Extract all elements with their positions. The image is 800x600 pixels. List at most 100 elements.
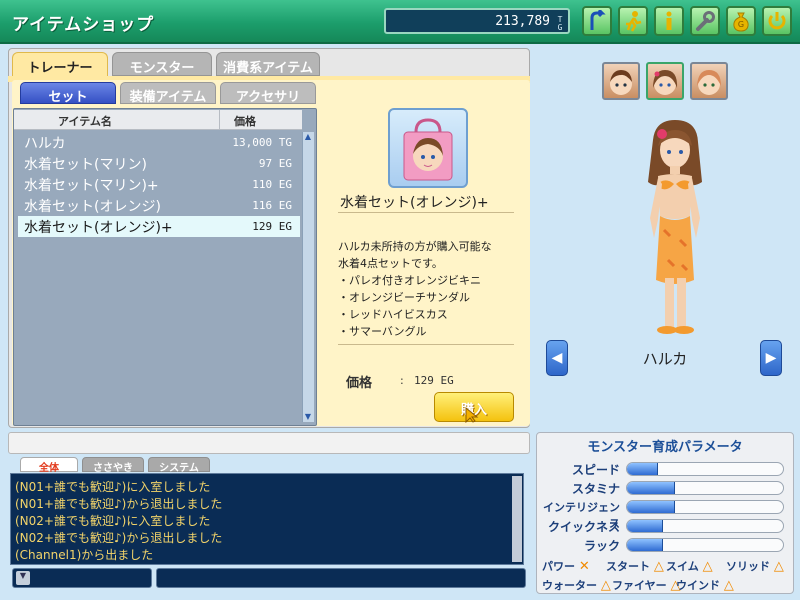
run-button[interactable] [618, 6, 648, 36]
power-icon [768, 12, 786, 30]
stat-bar-fill [627, 463, 659, 475]
triangle-icon: △ [702, 559, 713, 574]
attribute-solid: ソリッド △ [726, 558, 784, 574]
item-row-name: 水着セット(オレンジ)+ [24, 220, 173, 236]
chat-tab-system[interactable]: システム [148, 457, 210, 474]
attribute-label: スタート [606, 560, 650, 573]
stat-label: スピード [571, 463, 620, 477]
description-line: ・オレンジビーチサンダル [338, 291, 470, 304]
description-line: ・パレオ付きオレンジビキニ [338, 274, 481, 287]
item-row-price: 13,000 TG [232, 136, 292, 149]
chevron-down-icon[interactable]: ▼ [16, 571, 30, 585]
attribute-label: スイム [666, 560, 699, 573]
stat-label: ラック [583, 539, 620, 553]
description-line: ・レッドハイビスカス [338, 308, 448, 321]
column-divider [219, 110, 220, 130]
item-row-selected[interactable]: 水着セット(オレンジ)+ 129 EG [18, 216, 300, 237]
chat-message: (Channel1)から出ました [15, 548, 154, 562]
attribute-label: ウインド [676, 579, 720, 592]
back-button[interactable] [582, 6, 612, 36]
chat-input[interactable] [156, 568, 526, 588]
scroll-up-icon[interactable]: ▲ [302, 132, 314, 142]
attribute-label: ウォーター [542, 579, 597, 592]
stat-bar-fill [627, 539, 663, 551]
chat-message: (N01+誰でも歓迎♪)から退出しました [15, 497, 223, 511]
subtab-set[interactable]: セット [20, 82, 116, 105]
item-row-price: 110 EG [252, 178, 292, 191]
params-title: モンスター育成パラメータ [587, 440, 743, 455]
item-row-name: ハルカ [24, 136, 66, 152]
info-icon [666, 11, 672, 30]
tab-trainer[interactable]: トレーナー [12, 52, 108, 76]
money-bag-icon: G [733, 12, 749, 32]
settings-button[interactable] [690, 6, 720, 36]
wrench-icon [696, 11, 715, 31]
item-row-price: 97 EG [258, 157, 292, 170]
chat-message: (N02+誰でも歓迎♪)に入室しました [15, 514, 211, 528]
character-portrait[interactable] [690, 62, 728, 100]
attribute-fire: ファイヤー △ [612, 577, 681, 593]
stat-label: クイックネス [547, 520, 620, 534]
chat-message: (N02+誰でも歓迎♪)から退出しました [15, 531, 223, 545]
chevron-right-icon: ▶ [765, 350, 777, 366]
stat-bar-fill [627, 501, 676, 513]
stat-label: スタミナ [571, 482, 620, 496]
attribute-label: ソリッド [726, 560, 770, 573]
stat-bar-fill [627, 482, 676, 494]
prev-character-button[interactable]: ◀ [546, 340, 568, 376]
triangle-icon: △ [653, 559, 664, 574]
chat-tab-all[interactable]: 全体 [20, 457, 78, 474]
attribute-power: パワー ✕ [542, 558, 590, 574]
item-row-name: 水着セット(マリン)+ [24, 178, 159, 194]
money-unit-bottom: G [557, 23, 563, 32]
subtab-equipment[interactable]: 装備アイテム [120, 82, 216, 105]
girl-portrait-icon [697, 70, 721, 95]
boy-portrait-icon [610, 70, 632, 95]
item-description: ハルカ未所持の方が購入可能な 水着4点セットです。 ・パレオ付きオレンジビキニ … [338, 238, 518, 340]
scroll-down-icon[interactable]: ▼ [302, 412, 314, 422]
attribute-wind: ウインド △ [676, 577, 734, 593]
run-icon [626, 11, 642, 32]
column-header-name: アイテム名 [58, 115, 112, 128]
triangle-icon: △ [600, 578, 611, 593]
character-figure-icon [648, 120, 702, 334]
item-list-header: アイテム名 価格 [14, 110, 302, 130]
character-model [620, 120, 730, 340]
character-portrait-selected[interactable] [646, 62, 684, 100]
chat-tab-whisper[interactable]: ささやき [82, 457, 144, 474]
character-portrait[interactable] [602, 62, 640, 100]
stat-bar-fill [627, 520, 663, 532]
stat-bar-luck [626, 538, 784, 552]
chat-target-select[interactable] [12, 568, 152, 588]
price-label: 価格 [346, 376, 373, 391]
item-row-name: 水着セット(オレンジ) [24, 199, 161, 215]
triangle-icon: △ [773, 559, 784, 574]
item-image [388, 108, 468, 188]
item-row[interactable]: 水着セット(マリン)+ 110 EG [18, 174, 300, 195]
description-line: ハルカ未所持の方が購入可能な [338, 240, 492, 253]
description-line: ・サマーバングル [338, 325, 427, 338]
next-character-button[interactable]: ▶ [760, 340, 782, 376]
cross-icon: ✕ [578, 559, 590, 574]
price-value: 129 EG [414, 374, 454, 387]
character-name: ハルカ [642, 350, 688, 368]
tab-consumables[interactable]: 消費系アイテム [216, 52, 320, 76]
money-unit: T G [555, 16, 565, 32]
item-list-scrollbar[interactable] [302, 132, 314, 422]
item-row[interactable]: 水着セット(オレンジ) 116 EG [18, 195, 300, 216]
column-header-price: 価格 [234, 115, 256, 128]
chevron-left-icon: ◀ [551, 350, 563, 366]
chat-scrollbar[interactable] [512, 476, 522, 562]
item-row-price: 116 EG [252, 199, 292, 212]
money-bag-button[interactable]: G [726, 6, 756, 36]
subtab-accessory[interactable]: アクセサリ [220, 82, 316, 105]
item-row[interactable]: ハルカ 13,000 TG [18, 132, 300, 153]
power-button[interactable] [762, 6, 792, 36]
item-row[interactable]: 水着セット(マリン) 97 EG [18, 153, 300, 174]
stat-bar-stamina [626, 481, 784, 495]
attribute-label: ファイヤー [612, 579, 667, 592]
info-button[interactable] [654, 6, 684, 36]
tab-monster[interactable]: モンスター [112, 52, 212, 76]
attribute-swim: スイム △ [666, 558, 713, 574]
buy-button[interactable]: 購入 [434, 392, 514, 423]
